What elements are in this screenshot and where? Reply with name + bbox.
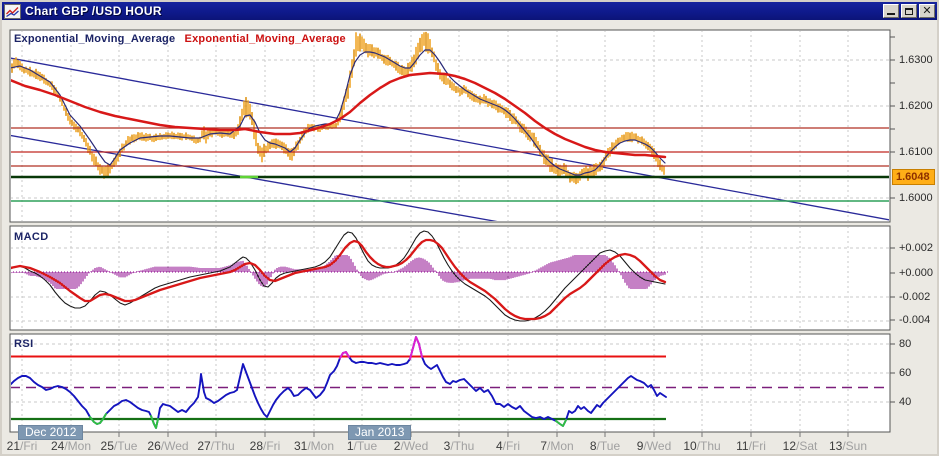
rsi-panel [9, 333, 891, 433]
window-title: Chart GBP /USD HOUR [25, 4, 162, 18]
chart-window: Chart GBP /USD HOUR ✕ Exponential_Moving… [0, 0, 939, 456]
maximize-icon [905, 7, 913, 15]
macd-panel [9, 225, 891, 331]
window-buttons: ✕ [883, 4, 935, 18]
chart-canvas [9, 29, 895, 437]
title-bar[interactable]: Chart GBP /USD HOUR ✕ [2, 2, 937, 20]
close-button[interactable]: ✕ [919, 4, 935, 18]
chart-client-area: Exponential_Moving_Average Exponential_M… [2, 20, 937, 454]
app-icon [4, 3, 21, 19]
maximize-button[interactable] [901, 4, 917, 18]
close-icon: ✕ [922, 4, 932, 17]
price-panel [9, 29, 891, 223]
minimize-icon [887, 13, 895, 15]
minimize-button[interactable] [883, 4, 899, 18]
